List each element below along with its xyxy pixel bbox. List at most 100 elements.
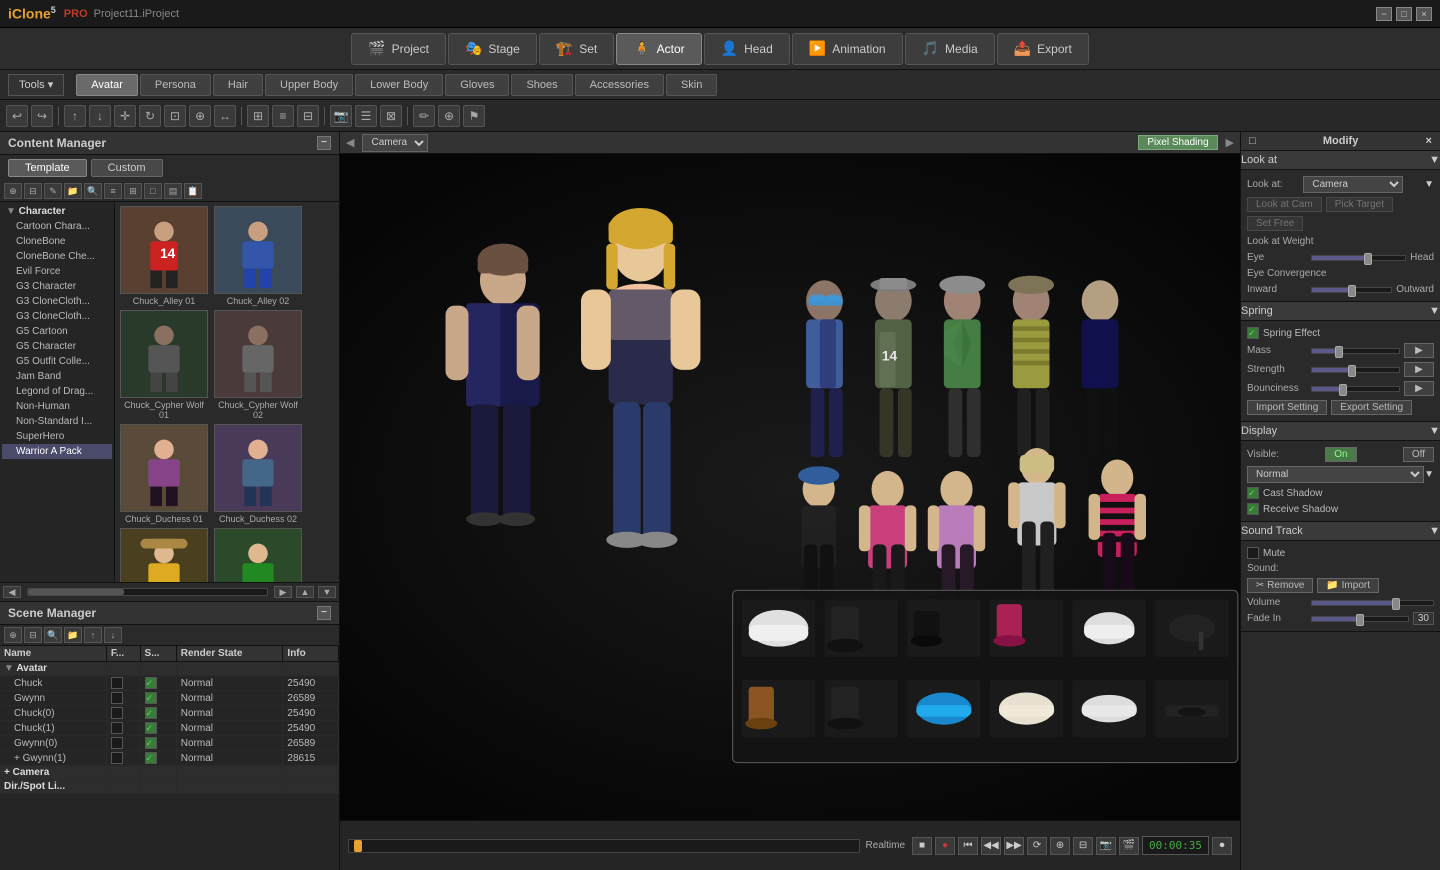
ct-btn-9[interactable]: ▤	[164, 183, 182, 199]
spring-effect-checkbox[interactable]: ✓	[1247, 327, 1259, 339]
spring-dropdown[interactable]: Spring ▼	[1240, 302, 1440, 321]
snap-button[interactable]: ⊞	[247, 105, 269, 127]
maximize-button[interactable]: □	[1396, 7, 1412, 21]
conv-knob[interactable]	[1348, 285, 1356, 297]
nav-head[interactable]: 👤 Head	[704, 33, 790, 65]
content-tab-custom[interactable]: Custom	[91, 159, 163, 177]
timeline-thumb[interactable]	[354, 840, 362, 852]
tool12[interactable]: ⊠	[380, 105, 402, 127]
table-row[interactable]: ▼ Avatar	[0, 662, 339, 676]
visible-off-btn[interactable]: Off	[1403, 447, 1434, 462]
tree-warrior[interactable]: Warrior A Pack	[2, 444, 112, 459]
fade-knob[interactable]	[1356, 614, 1364, 626]
undo-button[interactable]: ↩	[6, 105, 28, 127]
convergence-slider[interactable]	[1311, 287, 1392, 293]
table-row[interactable]: Chuck(0) ✓ Normal 25490	[0, 706, 339, 721]
nav-set[interactable]: 🏗️ Set	[539, 33, 614, 65]
grid-item-chuck-alley01[interactable]: 14 Chuck_Alley 01	[119, 206, 209, 306]
pick-target-button[interactable]: Pick Target	[1326, 197, 1393, 212]
move-up-button[interactable]: ↑	[64, 105, 86, 127]
scene-manager-minimize[interactable]: −	[317, 606, 331, 620]
eye-slider[interactable]	[1311, 255, 1406, 261]
tl-btn7[interactable]: ⊕	[1050, 837, 1070, 855]
next-btn[interactable]: ▶▶	[1004, 837, 1024, 855]
mass-slider[interactable]	[1311, 348, 1400, 354]
sm-btn1[interactable]: ⊕	[4, 627, 22, 643]
tab-persona[interactable]: Persona	[140, 74, 211, 96]
ct-btn-3[interactable]: ✎	[44, 183, 62, 199]
scroll-up[interactable]: ▲	[296, 586, 314, 598]
mass-value-btn[interactable]: ▶	[1404, 343, 1434, 358]
tree-g3-clonecloth1[interactable]: G3 CloneCloth...	[2, 294, 112, 309]
strength-knob[interactable]	[1348, 365, 1356, 377]
ct-btn-10[interactable]: 📋	[184, 183, 202, 199]
tree-g5-outfit[interactable]: G5 Outfit Colle...	[2, 354, 112, 369]
checkbox-f[interactable]	[111, 737, 123, 749]
tab-avatar[interactable]: Avatar	[76, 74, 138, 96]
move-down-button[interactable]: ↓	[89, 105, 111, 127]
table-row[interactable]: Chuck(1) ✓ Normal 25490	[0, 721, 339, 736]
checkbox-s[interactable]: ✓	[145, 677, 157, 689]
import-sound-button[interactable]: 📁 Import	[1317, 578, 1379, 593]
volume-knob[interactable]	[1392, 598, 1400, 610]
tab-hair[interactable]: Hair	[213, 74, 263, 96]
vp-arrow-right[interactable]: ▶	[1226, 136, 1234, 149]
nav-export[interactable]: 📤 Export	[997, 33, 1089, 65]
timeline-slider[interactable]	[348, 839, 860, 853]
sm-btn4[interactable]: 📁	[64, 627, 82, 643]
tree-non-standard[interactable]: Non-Standard I...	[2, 414, 112, 429]
bounce-value-btn[interactable]: ▶	[1404, 381, 1434, 396]
visible-on-btn[interactable]: On	[1325, 447, 1356, 462]
tab-shoes[interactable]: Shoes	[511, 74, 572, 96]
table-row[interactable]: Dir./Spot Li...	[0, 780, 339, 794]
prev-frame[interactable]: ⏮	[958, 837, 978, 855]
tl-btn11[interactable]: ⏺	[1212, 837, 1232, 855]
shading-label[interactable]: Pixel Shading	[1138, 135, 1217, 150]
grid-item-chuck-duchess02[interactable]: Chuck_Duchess 02	[213, 424, 303, 524]
checkbox-f[interactable]	[111, 752, 123, 764]
tree-non-human[interactable]: Non-Human	[2, 399, 112, 414]
table-row[interactable]: Chuck ✓ Normal 25490	[0, 676, 339, 691]
mute-checkbox[interactable]	[1247, 547, 1259, 559]
display-mode-select[interactable]: Normal	[1247, 466, 1424, 483]
grid-item-chuck-shygirl01[interactable]: Chuck_Shygirl 01	[119, 528, 209, 582]
play-button[interactable]: ■	[912, 837, 932, 855]
table-row[interactable]: + Gwynn(1) ✓ Normal 28615	[0, 751, 339, 766]
prev-btn[interactable]: ◀◀	[981, 837, 1001, 855]
scroll-left[interactable]: ◀	[3, 586, 21, 598]
checkbox-f[interactable]	[111, 722, 123, 734]
tab-gloves[interactable]: Gloves	[445, 74, 509, 96]
tree-cartoon[interactable]: Cartoon Chara...	[2, 219, 112, 234]
checkbox-s[interactable]: ✓	[145, 707, 157, 719]
tree-clonebone-che[interactable]: CloneBone Che...	[2, 249, 112, 264]
ct-btn-8[interactable]: □	[144, 183, 162, 199]
tl-btn10[interactable]: 🎬	[1119, 837, 1139, 855]
tree-clonebone[interactable]: CloneBone	[2, 234, 112, 249]
ct-btn-7[interactable]: ⊞	[124, 183, 142, 199]
bounciness-slider[interactable]	[1311, 386, 1400, 392]
tree-evil-force[interactable]: Evil Force	[2, 264, 112, 279]
scroll-track[interactable]	[27, 588, 268, 596]
nav-actor[interactable]: 🧍 Actor	[616, 33, 701, 65]
content-manager-minimize[interactable]: −	[317, 136, 331, 150]
tool14[interactable]: ⊕	[438, 105, 460, 127]
checkbox-s[interactable]: ✓	[145, 692, 157, 704]
cast-shadow-checkbox[interactable]: ✓	[1247, 487, 1259, 499]
volume-slider[interactable]	[1311, 600, 1434, 606]
nav-stage[interactable]: 🎭 Stage	[448, 33, 537, 65]
loop-btn[interactable]: ⟳	[1027, 837, 1047, 855]
tl-btn9[interactable]: 📷	[1096, 837, 1116, 855]
camera-tool[interactable]: 📷	[330, 105, 352, 127]
grid-item-chuck-alley02[interactable]: Chuck_Alley 02	[213, 206, 303, 306]
tools-button[interactable]: Tools ▾	[8, 74, 64, 96]
tl-btn8[interactable]: ⊟	[1073, 837, 1093, 855]
tree-character[interactable]: ▼ Character	[2, 204, 112, 219]
strength-slider[interactable]	[1311, 367, 1400, 373]
tool9[interactable]: ⊟	[297, 105, 319, 127]
look-at-dropdown[interactable]: Look at ▼	[1240, 151, 1440, 170]
export-setting-button[interactable]: Export Setting	[1331, 400, 1412, 415]
tree-legend[interactable]: Legond of Drag...	[2, 384, 112, 399]
grid-item-chuck-shygirl02[interactable]: Chuck_Shygirl 02	[213, 528, 303, 582]
nav-media[interactable]: 🎵 Media	[905, 33, 995, 65]
tool11[interactable]: ☰	[355, 105, 377, 127]
